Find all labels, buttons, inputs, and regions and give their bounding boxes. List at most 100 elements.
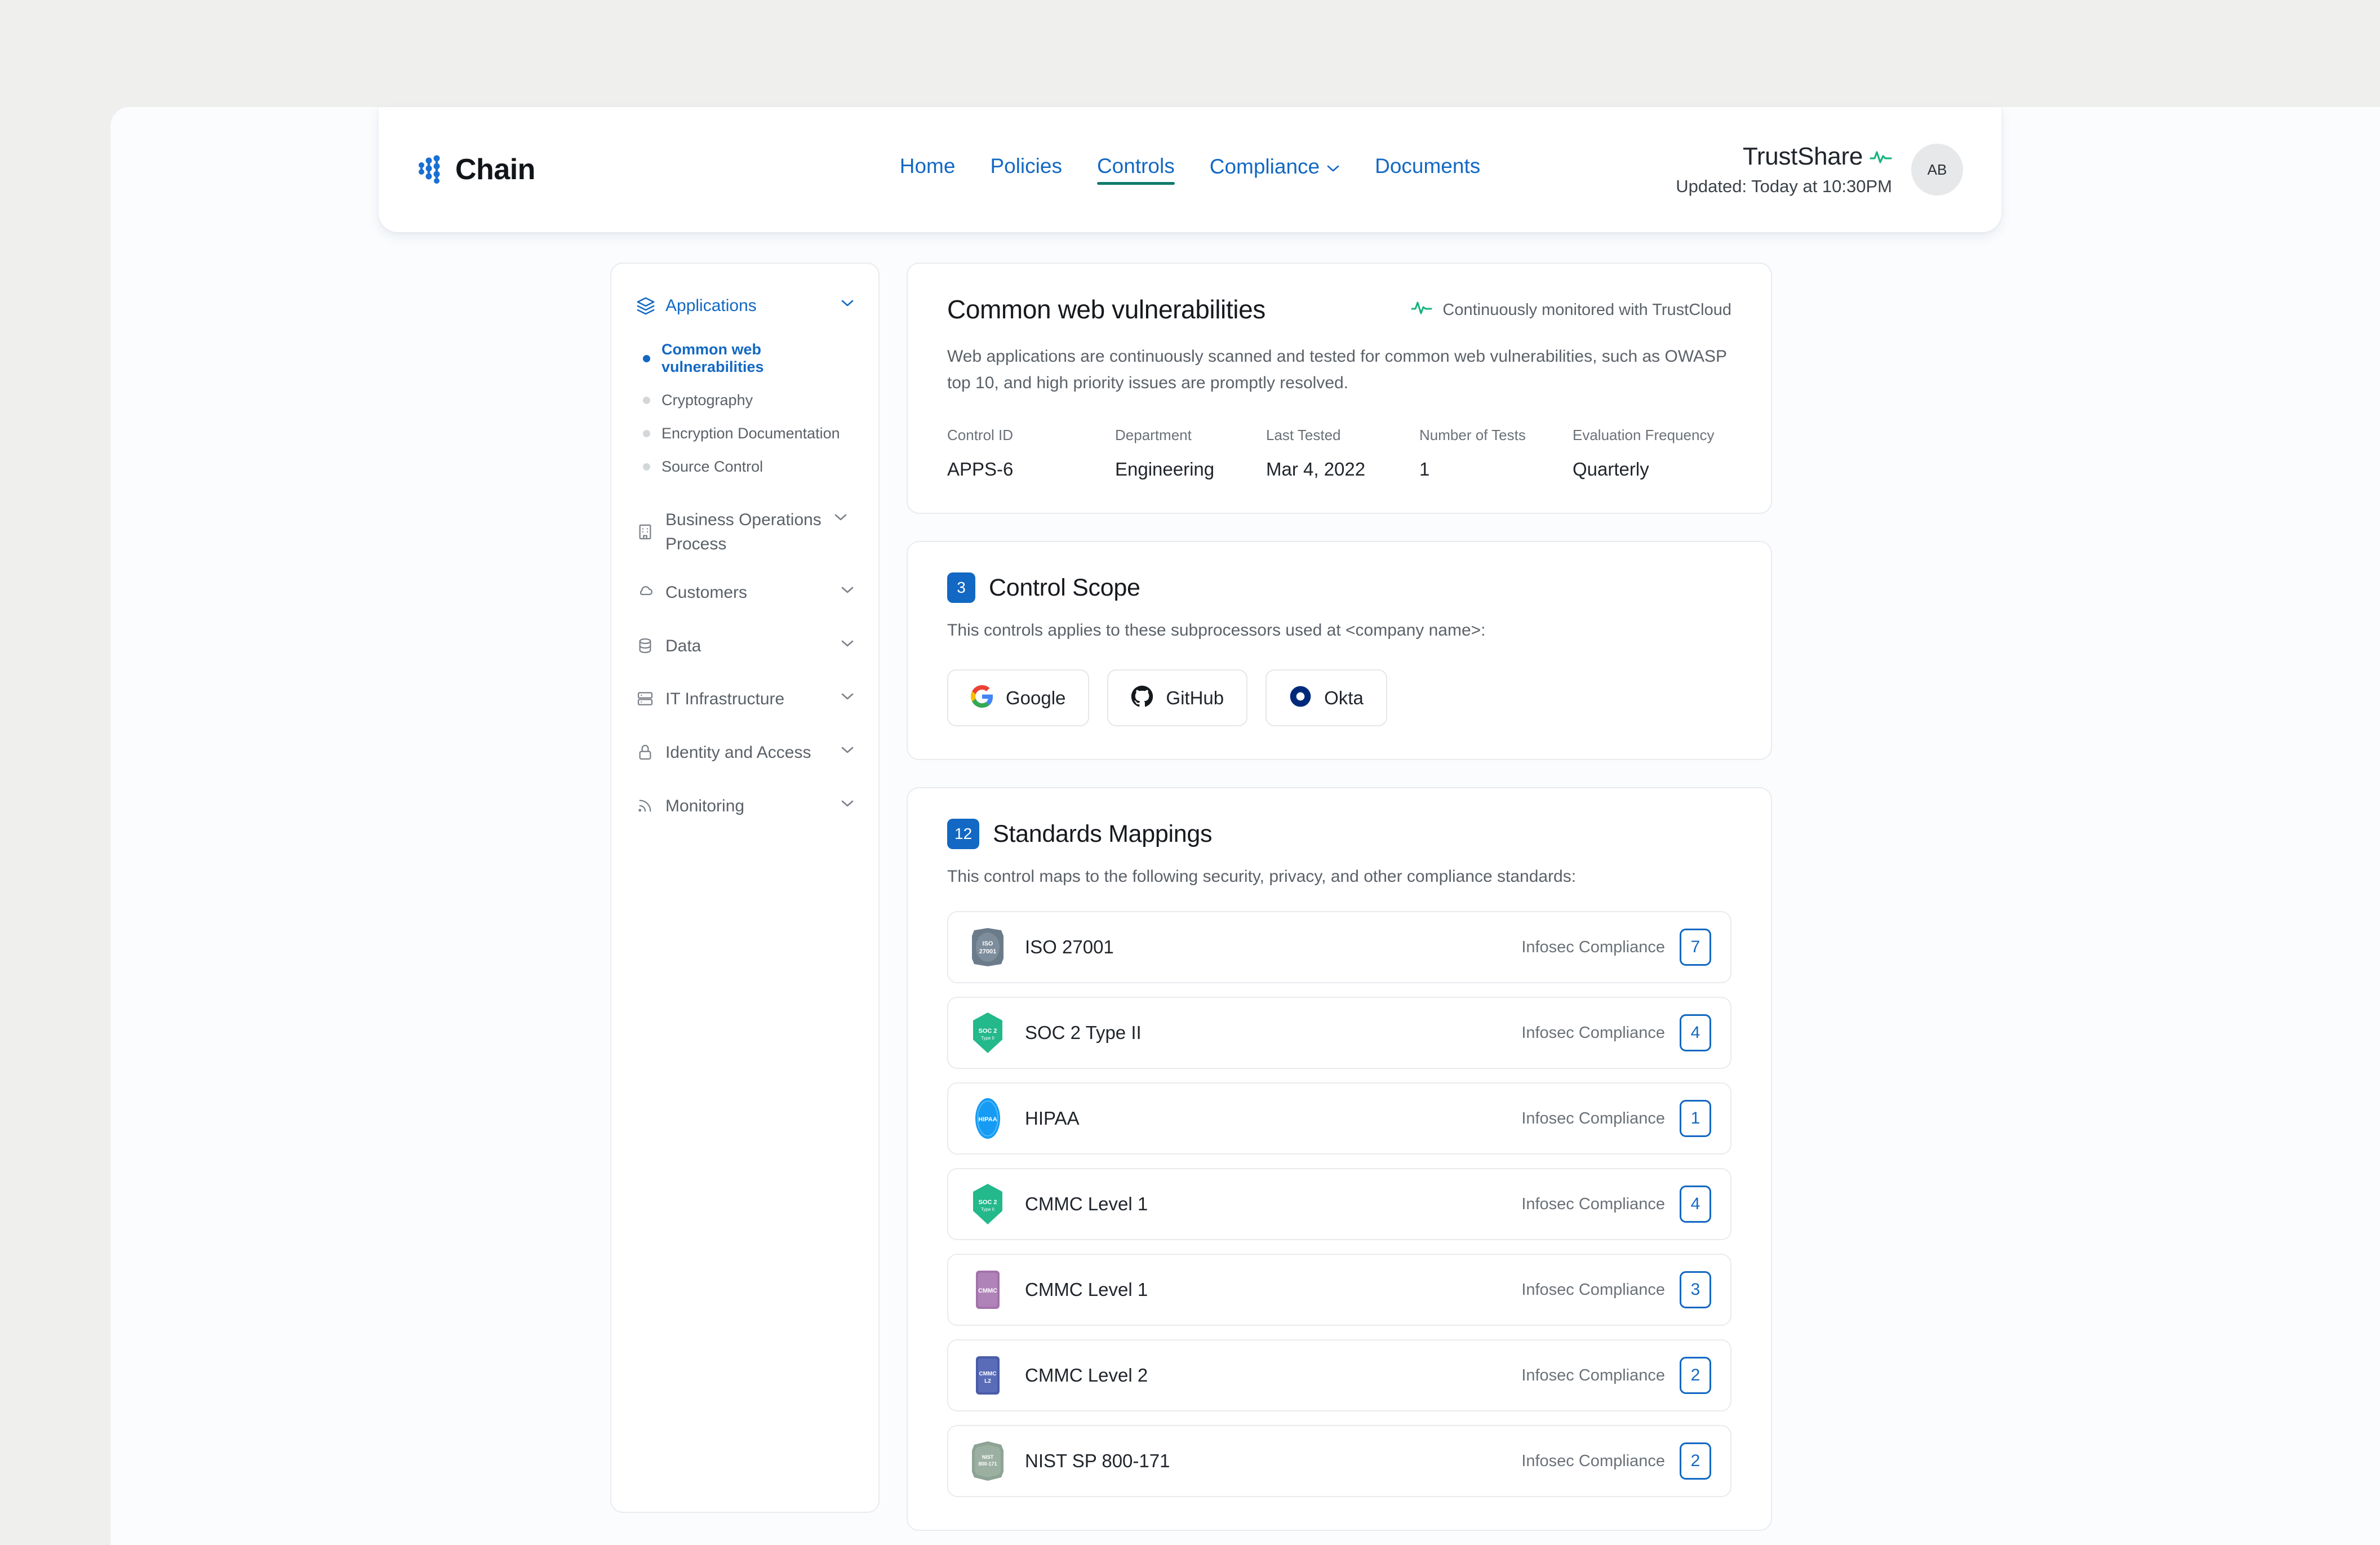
rss-icon [636, 794, 655, 818]
sidebar-group-label: Monitoring [665, 796, 745, 815]
svg-text:ISO: ISO [983, 940, 993, 947]
sidebar-item-source-control[interactable]: Source Control [611, 450, 878, 483]
activity-pulse-icon [1870, 143, 1892, 171]
standards-mappings-list: ISO 27001 ISO 27001 Infosec Compliance 7 … [947, 911, 1731, 1497]
sidebar-group-business-operations-process[interactable]: Business Operations Process [611, 498, 878, 566]
standards-mappings-header: 12 Standards Mappings [947, 819, 1731, 849]
standard-name: CMMC Level 1 [1025, 1279, 1148, 1300]
layers-icon [636, 294, 655, 318]
meta-label: Evaluation Frequency [1573, 427, 1715, 443]
top-header-bar: Chain Home Policies Controls Compliance … [379, 107, 2001, 232]
nav-label: Controls [1096, 154, 1175, 177]
standards-mappings-description: This control maps to the following secur… [947, 867, 1577, 886]
control-meta-row: Control ID APPS-6 Department Engineering… [947, 427, 1731, 480]
standard-name: HIPAA [1025, 1108, 1080, 1129]
sidebar-group-customers[interactable]: Customers [611, 566, 878, 620]
trustshare-status: TrustShare Updated: Today at 10:30PM [1676, 143, 1892, 197]
svg-text:SOC 2: SOC 2 [978, 1028, 997, 1035]
chevron-down-icon [833, 508, 849, 525]
nav-item-home[interactable]: Home [900, 154, 956, 185]
meta-value: Quarterly [1573, 459, 1649, 480]
standard-count-badge: 4 [1680, 1186, 1711, 1223]
subprocessor-okta[interactable]: Okta [1266, 669, 1387, 726]
continuously-monitored-tag: Continuously monitored with TrustCloud [1411, 294, 1731, 320]
primary-nav: Home Policies Controls Compliance Docume… [900, 154, 1480, 185]
cmmc-l2-badge-icon: CMMC L2 [967, 1355, 1008, 1396]
sidebar-item-common-web-vulnerabilities[interactable]: Common web vulnerabilities [611, 333, 878, 384]
avatar[interactable]: AB [1911, 144, 1963, 196]
sidebar-group-it-infrastructure[interactable]: IT Infrastructure [611, 673, 878, 726]
standard-count-badge: 2 [1680, 1442, 1711, 1480]
activity-pulse-icon [1411, 300, 1432, 320]
avatar-initials: AB [1927, 161, 1947, 178]
nav-item-controls[interactable]: Controls [1096, 154, 1175, 185]
meta-last-tested: Last Tested Mar 4, 2022 [1266, 427, 1419, 480]
meta-evaluation-frequency: Evaluation Frequency Quarterly [1573, 427, 1714, 480]
sidebar-group-label: Applications [665, 296, 757, 315]
sidebar-item-label: Common web vulnerabilities [661, 341, 764, 375]
control-scope-header: 3 Control Scope [947, 572, 1731, 603]
svg-text:Type II: Type II [981, 1036, 994, 1041]
building-icon [636, 508, 655, 544]
table-row[interactable]: CMMC CMMC Level 1 Infosec Compliance 3 [947, 1254, 1731, 1326]
github-icon [1131, 685, 1153, 711]
sidebar-item-label: Source Control [661, 458, 763, 475]
chevron-down-icon [840, 634, 856, 651]
subprocessor-github[interactable]: GitHub [1107, 669, 1248, 726]
table-row[interactable]: NIST 800-171 NIST SP 800-171 Infosec Comp… [947, 1425, 1731, 1497]
nav-item-documents[interactable]: Documents [1375, 154, 1480, 185]
brand-name: Chain [455, 153, 535, 186]
standard-count-badge: 4 [1680, 1014, 1711, 1051]
meta-label: Control ID [947, 427, 1014, 443]
control-scope-count-badge: 3 [947, 572, 975, 603]
standards-mappings-panel: 12 Standards Mappings This control maps … [907, 787, 1772, 1531]
sidebar-group-identity-and-access[interactable]: Identity and Access [611, 726, 878, 780]
sidebar-group-monitoring[interactable]: Monitoring [611, 780, 878, 833]
sidebar-group-applications[interactable]: Applications [611, 287, 878, 325]
sidebar-item-cryptography[interactable]: Cryptography [611, 384, 878, 417]
standard-owner: Infosec Compliance [1521, 1023, 1665, 1042]
standards-mappings-title: Standards Mappings [993, 820, 1213, 847]
brand[interactable]: Chain [417, 153, 900, 187]
sidebar-item-encryption-documentation[interactable]: Encryption Documentation [611, 417, 878, 450]
standards-mappings-count-badge: 12 [947, 819, 980, 849]
google-icon [971, 685, 993, 711]
sidebar-group-data[interactable]: Data [611, 620, 878, 673]
nav-item-compliance[interactable]: Compliance [1210, 154, 1340, 185]
standard-name: NIST SP 800-171 [1025, 1450, 1170, 1471]
meta-label: Department [1115, 427, 1192, 443]
subprocessor-name: Google [1006, 687, 1066, 708]
table-row[interactable]: HIPAA HIPAA Infosec Compliance 1 [947, 1082, 1731, 1155]
control-summary-panel: Common web vulnerabilities Continuously … [907, 263, 1772, 514]
meta-label: Last Tested [1266, 427, 1341, 443]
trustshare-title-row: TrustShare [1676, 143, 1892, 171]
standard-count-badge: 1 [1680, 1100, 1711, 1137]
nav-item-policies[interactable]: Policies [990, 154, 1062, 185]
standard-name: SOC 2 Type II [1025, 1022, 1142, 1043]
meta-value: Engineering [1115, 459, 1215, 480]
controls-sidebar: Applications Common web vulnerabilities … [610, 263, 880, 1513]
table-row[interactable]: CMMC L2 CMMC Level 2 Infosec Compliance 2 [947, 1339, 1731, 1411]
svg-text:800-171: 800-171 [978, 1461, 997, 1467]
subprocessor-name: Okta [1324, 687, 1364, 708]
control-scope-title: Control Scope [989, 574, 1140, 601]
sidebar-group-label: Customers [665, 583, 748, 602]
header-right: TrustShare Updated: Today at 10:30PM AB [1480, 143, 1963, 197]
chevron-down-icon [840, 741, 856, 757]
svg-text:Type II: Type II [981, 1207, 994, 1212]
bullet-icon [643, 354, 650, 362]
table-row[interactable]: ISO 27001 ISO 27001 Infosec Compliance 7 [947, 911, 1731, 983]
sidebar-group-label: Business Operations Process [665, 510, 822, 553]
control-description: Web applications are continuously scanne… [947, 347, 1727, 392]
table-row[interactable]: SOC 2 Type II CMMC Level 1 Infosec Compli… [947, 1168, 1731, 1240]
svg-text:L2: L2 [984, 1378, 991, 1384]
nav-label: Policies [990, 154, 1062, 177]
cloud-icon [636, 581, 655, 604]
standard-name: ISO 27001 [1025, 936, 1114, 957]
svg-text:SOC 2: SOC 2 [978, 1199, 997, 1206]
table-row[interactable]: SOC 2 Type II SOC 2 Type II Infosec Compl… [947, 997, 1731, 1069]
updated-timestamp: Updated: Today at 10:30PM [1676, 176, 1892, 196]
bullet-icon [643, 397, 650, 404]
subprocessor-google[interactable]: Google [947, 669, 1090, 726]
sidebar-item-label: Cryptography [661, 392, 753, 409]
